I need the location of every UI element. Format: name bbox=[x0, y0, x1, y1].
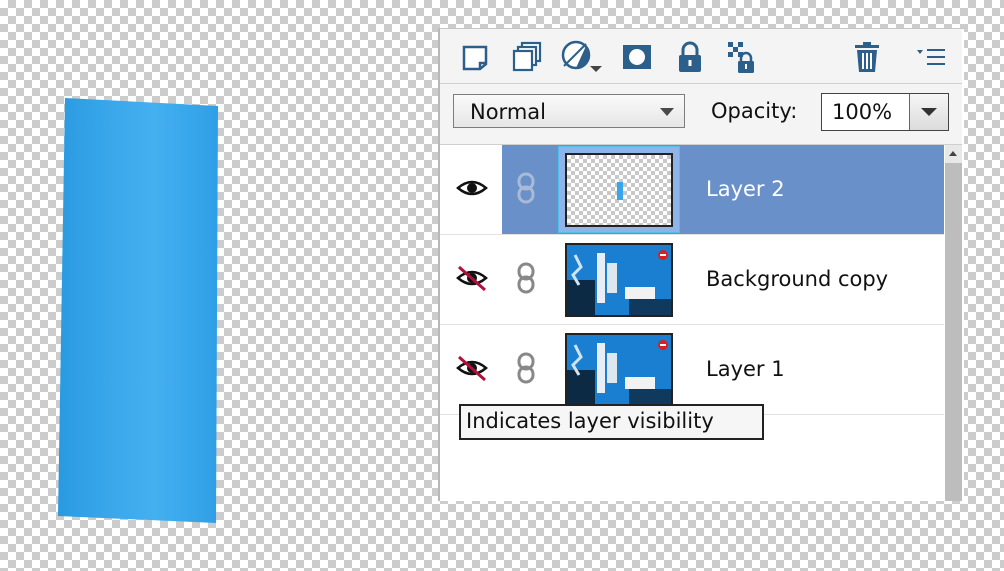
lock-transparency-icon[interactable] bbox=[726, 40, 760, 74]
delete-layer-icon[interactable] bbox=[850, 40, 884, 74]
duplicate-layer-icon[interactable] bbox=[510, 40, 544, 74]
link-icon[interactable] bbox=[515, 262, 537, 294]
new-layer-icon[interactable] bbox=[458, 40, 492, 74]
photo-thumbnail-image bbox=[567, 335, 671, 405]
layer-name[interactable]: Layer 1 bbox=[706, 357, 785, 381]
eye-hidden-icon[interactable] bbox=[455, 265, 489, 292]
scroll-up-arrow[interactable] bbox=[945, 145, 962, 163]
blend-mode-value: Normal bbox=[470, 100, 546, 124]
lock-all-icon[interactable] bbox=[673, 40, 707, 74]
panel-menu-icon[interactable] bbox=[914, 40, 948, 74]
layer-row-background-copy[interactable]: Background copy bbox=[440, 235, 944, 325]
layer-properties-bar: Normal Opacity: 100% bbox=[440, 84, 962, 145]
visibility-tooltip: Indicates layer visibility bbox=[459, 404, 764, 440]
layers-toolbar bbox=[440, 29, 962, 84]
eye-hidden-icon[interactable] bbox=[455, 355, 489, 382]
opacity-field[interactable]: 100% bbox=[821, 93, 949, 131]
opacity-value: 100% bbox=[832, 100, 893, 124]
layer-thumbnail[interactable] bbox=[565, 333, 673, 407]
layers-scrollbar[interactable] bbox=[945, 145, 962, 501]
layer-name[interactable]: Background copy bbox=[706, 267, 888, 291]
layers-list: Layer 2 Background copy Layer 1 bbox=[440, 145, 944, 501]
blend-mode-dropdown[interactable]: Normal bbox=[453, 94, 685, 128]
opacity-label: Opacity: bbox=[711, 99, 798, 123]
thumbnail-blue-shape bbox=[617, 182, 623, 200]
layer-thumbnail[interactable] bbox=[565, 153, 673, 227]
link-icon[interactable] bbox=[515, 172, 537, 204]
link-icon[interactable] bbox=[515, 352, 537, 384]
opacity-dropdown-button[interactable] bbox=[909, 94, 948, 130]
photo-thumbnail-image bbox=[567, 245, 671, 315]
canvas-blue-shape bbox=[58, 98, 218, 523]
chevron-down-icon bbox=[660, 108, 674, 116]
adjustment-layer-icon[interactable] bbox=[560, 40, 604, 74]
layer-name[interactable]: Layer 2 bbox=[706, 177, 785, 201]
layer-row-layer-1[interactable]: Layer 1 bbox=[440, 325, 944, 415]
layer-row-layer-2[interactable]: Layer 2 bbox=[440, 145, 944, 235]
eye-icon[interactable] bbox=[455, 175, 489, 201]
layer-mask-icon[interactable] bbox=[620, 40, 654, 74]
layer-thumbnail[interactable] bbox=[565, 243, 673, 317]
